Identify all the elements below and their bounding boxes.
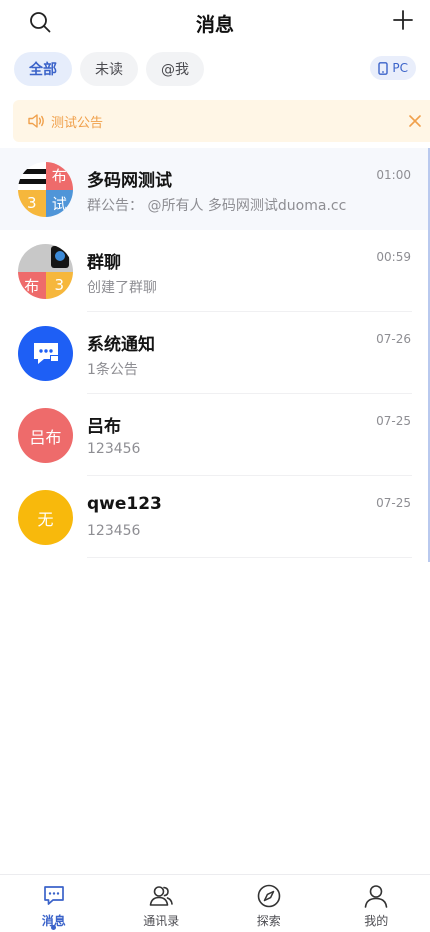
conversation-item[interactable]: 系统通知 1条公告 07-26 [0,312,430,394]
speaker-icon [28,114,44,128]
conversation-item[interactable]: 无 qwe123 123456 07-25 [0,476,430,558]
conversation-item[interactable]: 吕布 吕布 123456 07-25 [0,394,430,476]
avatar-cell [18,244,46,272]
conversation-item[interactable]: 布 3 群聊 创建了群聊 00:59 [0,230,430,312]
tab-explore[interactable]: 探索 [215,875,323,932]
message-icon [43,886,64,905]
system-notice-avatar [18,326,73,381]
avatar-cell: 试 [45,189,73,217]
header: 消息 [0,0,430,46]
profile-icon [364,885,388,908]
conversation-name: 多码网测试 [87,171,172,191]
user-avatar: 无 [18,490,73,545]
page-title: 消息 [195,14,234,36]
plus-icon[interactable] [392,9,414,31]
conversation-item[interactable]: 布 3 试 多码网测试 群公告： @所有人 多码网测试duoma.cc 01:0… [0,148,430,230]
tab-contacts[interactable]: 通讯录 [108,875,216,932]
avatar-cell: 布 [18,271,46,299]
conversation-name: 吕布 [87,417,121,437]
conversation-name: 群聊 [87,253,121,273]
conversation-name: qwe123 [87,494,162,514]
tab-label: 通讯录 [143,914,180,928]
filter-chips: 全部 未读 @我 [14,52,204,86]
avatar-text: 吕布 [18,408,73,463]
conversation-time: 07-26 [376,332,411,346]
avatar-cell: 3 [18,189,46,217]
filter-mentions[interactable]: @我 [146,52,204,86]
filter-all[interactable]: 全部 [14,52,72,86]
announcement-text: 测试公告 [51,115,104,131]
divider [87,557,412,558]
group-avatar: 布 3 [18,244,73,299]
tab-profile[interactable]: 我的 [323,875,430,932]
bottom-tab-bar: 消息 通讯录 探索 我的 [0,874,430,932]
conversation-preview: 创建了群聊 [87,280,157,296]
phone-icon [378,61,389,75]
pc-badge-label: PC [392,61,408,75]
conversation-time: 07-25 [376,414,411,428]
avatar-text: 无 [18,490,73,545]
app-root: 消息 全部 未读 @我 PC 测试公告 布 3 试 多码网测试 群公告： @所有… [0,0,430,932]
compass-icon [257,884,281,908]
conversation-list: 布 3 试 多码网测试 群公告： @所有人 多码网测试duoma.cc 01:0… [0,148,430,558]
conversation-preview: 群公告： @所有人 多码网测试duoma.cc [87,198,347,214]
chat-bubble-icon [33,342,59,364]
conversation-time: 01:00 [376,168,411,182]
conversation-time: 00:59 [376,250,411,264]
tab-label: 我的 [364,914,389,928]
announcement-bar[interactable]: 测试公告 [13,100,430,142]
user-avatar: 吕布 [18,408,73,463]
avatar-cell [45,244,73,272]
pc-status-badge[interactable]: PC [370,56,416,80]
avatar-cell [18,162,46,190]
group-avatar: 布 3 试 [18,162,73,217]
conversation-time: 07-25 [376,496,411,510]
avatar-cell: 3 [45,271,73,299]
active-indicator [51,925,57,930]
close-icon[interactable] [406,112,424,130]
tab-label: 探索 [256,914,281,928]
conversation-preview: 123456 [87,441,141,457]
tab-messages[interactable]: 消息 [0,875,108,932]
conversation-preview: 123456 [87,523,141,539]
conversation-preview: 1条公告 [87,362,138,378]
contacts-icon [149,886,174,906]
filter-unread[interactable]: 未读 [80,52,138,86]
conversation-name: 系统通知 [87,335,155,355]
avatar-cell: 布 [45,162,73,190]
